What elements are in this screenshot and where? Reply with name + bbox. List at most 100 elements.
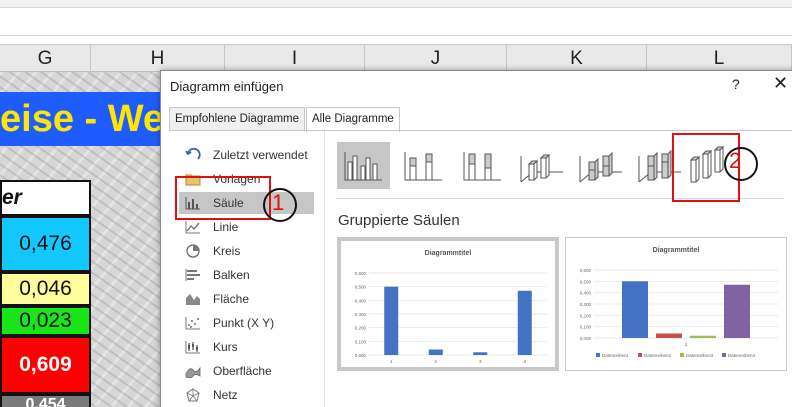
y-tick-label: 0,100	[580, 325, 592, 330]
radar-chart-icon	[186, 388, 200, 402]
bar-chart-icon	[185, 269, 200, 281]
y-tick-label: 0,000	[580, 336, 592, 341]
y-tick-label: 0,300	[580, 302, 592, 307]
nav-item-area[interactable]: Fläche	[179, 288, 314, 310]
scatter-chart-icon	[185, 317, 200, 330]
tab-recommended-charts[interactable]: Empfohlene Diagramme	[169, 107, 306, 131]
column-header-j[interactable]: J	[365, 45, 507, 73]
insert-chart-dialog: Diagramm einfügen ? ✕ Empfohlene Diagram…	[160, 70, 792, 407]
subtype-clustered-column[interactable]	[337, 142, 390, 189]
cell-value[interactable]: 0,476	[0, 216, 91, 272]
subtype-3d-stacked-column[interactable]	[574, 142, 627, 189]
line-chart-icon	[185, 221, 200, 234]
x-tick-label: 3	[479, 359, 482, 364]
help-button[interactable]: ?	[732, 76, 740, 92]
chart-preview-2-plot: Diagrammtitel 0,600 0,500 0,400 0,300 0,200 0,…	[580, 247, 778, 358]
stock-chart-icon	[185, 341, 200, 354]
sidebar-divider	[324, 131, 325, 407]
close-button[interactable]: ✕	[773, 73, 788, 94]
legend-label: Datenreihen1	[602, 353, 630, 358]
y-tick-label: 0,000	[355, 353, 367, 358]
nav-item-pie[interactable]: Kreis	[179, 240, 314, 262]
stacked-column-icon	[404, 152, 442, 181]
pie-chart-icon	[186, 244, 200, 258]
y-tick-label: 0,100	[355, 339, 367, 344]
y-tick-label: 0,500	[580, 279, 592, 284]
bar	[473, 352, 488, 355]
subtype-stacked-column[interactable]	[397, 142, 450, 189]
legend-label: Datenreihen4	[728, 353, 756, 358]
excel-window: G H I J K L eise - We er 0,476 0,046 0,0…	[0, 0, 792, 407]
cell-value[interactable]: 0,023	[0, 306, 91, 336]
chart-preview-2[interactable]: Diagrammtitel 0,600 0,500 0,400 0,300 0,200 0,…	[565, 237, 787, 371]
y-tick-label: 0,300	[355, 312, 367, 317]
x-tick-label: 1	[685, 342, 688, 347]
legend-label: Datenreihen2	[644, 353, 672, 358]
legend-swatch	[722, 353, 726, 357]
nav-label: Netz	[213, 388, 238, 402]
column-header-k[interactable]: K	[507, 45, 647, 73]
column-header-i[interactable]: I	[225, 45, 365, 73]
3d-clustered-column-icon	[520, 153, 563, 183]
nav-label: Balken	[213, 268, 250, 282]
cell-value[interactable]: 0,454	[0, 394, 91, 407]
y-tick-label: 0,600	[580, 268, 592, 273]
area-chart-icon	[186, 294, 200, 305]
x-tick-label: 4	[523, 359, 526, 364]
legend-label: Datenreihen3	[686, 353, 714, 358]
nav-item-scatter[interactable]: Punkt (X Y)	[179, 312, 314, 334]
cell-value[interactable]: 0,046	[0, 272, 91, 306]
bar	[622, 281, 648, 338]
recent-icon	[185, 148, 201, 160]
chart-title: Diagrammtitel	[653, 247, 700, 254]
y-tick-label: 0,400	[355, 298, 367, 303]
3d-stacked-column-icon	[579, 151, 622, 183]
percent-stacked-column-icon	[463, 152, 501, 181]
chart-title: Diagrammtitel	[425, 250, 472, 257]
sheet-banner[interactable]: eise - We	[0, 92, 170, 146]
y-tick-label: 0,200	[580, 313, 592, 318]
nav-label: Oberfläche	[213, 364, 272, 378]
annotation-label-2: 2	[729, 148, 742, 173]
y-tick-label: 0,400	[580, 291, 592, 296]
formula-bar[interactable]	[0, 8, 792, 36]
tab-all-charts[interactable]: Alle Diagramme	[306, 107, 400, 132]
bar	[724, 284, 750, 338]
nav-item-stock[interactable]: Kurs	[179, 336, 314, 358]
subtype-100-stacked-column[interactable]	[456, 142, 509, 189]
column-headers: G H I J K L	[0, 44, 792, 73]
nav-label: Fläche	[213, 292, 250, 306]
subtype-3d-clustered-column[interactable]	[515, 142, 568, 189]
chart-preview-1[interactable]: Diagrammtitel 0,600 0,500 0,400 0,300 0,200 0,…	[337, 237, 559, 371]
nav-label: Zuletzt verwendet	[213, 148, 308, 162]
annotation-box-1	[175, 176, 271, 220]
nav-item-surface[interactable]: Oberfläche	[179, 360, 314, 382]
bar	[517, 290, 532, 355]
column-header-h[interactable]: H	[91, 45, 225, 73]
column-header-l[interactable]: L	[647, 45, 792, 73]
legend-swatch	[596, 353, 600, 357]
dialog-title: Diagramm einfügen	[170, 79, 284, 94]
bar	[384, 286, 399, 355]
cell-header[interactable]: er	[0, 180, 91, 216]
legend-swatch	[638, 353, 642, 357]
tab-divider	[169, 130, 792, 131]
annotation-label-1: 1	[272, 190, 285, 215]
x-tick-label: 2	[434, 359, 437, 364]
nav-item-radar[interactable]: Netz	[179, 384, 314, 406]
nav-item-bar[interactable]: Balken	[179, 264, 314, 286]
ribbon-bar	[0, 0, 792, 8]
nav-item-recent[interactable]: Zuletzt verwendet	[179, 144, 314, 166]
subtype-title: Gruppierte Säulen	[338, 212, 460, 229]
nav-label: Kreis	[213, 244, 241, 258]
nav-label: Punkt (X Y)	[213, 316, 275, 330]
x-tick-label: 1	[390, 359, 393, 364]
y-tick-label: 0,600	[355, 271, 367, 276]
y-tick-label: 0,200	[355, 326, 367, 331]
y-tick-label: 0,500	[355, 285, 367, 290]
column-header-g[interactable]: G	[0, 45, 91, 73]
legend-swatch	[680, 353, 684, 357]
bar	[690, 335, 716, 338]
cell-value[interactable]: 0,609	[0, 336, 91, 394]
clustered-column-icon	[344, 152, 382, 181]
